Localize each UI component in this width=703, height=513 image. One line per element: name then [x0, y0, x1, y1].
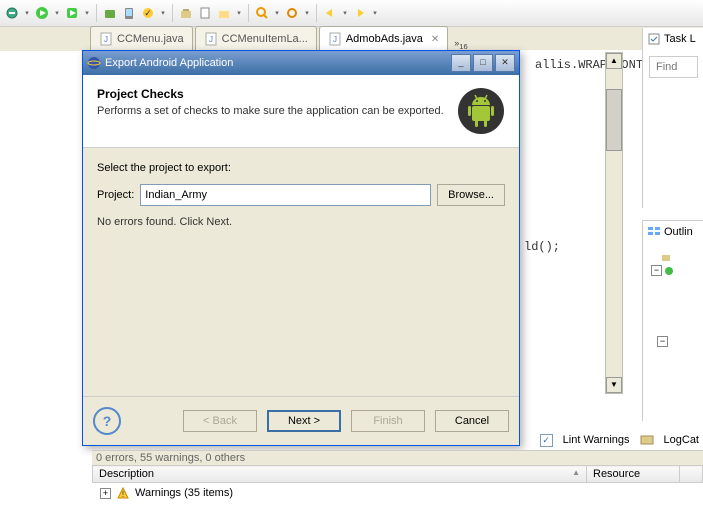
- dialog-title: Export Android Application: [105, 57, 233, 69]
- browse-button[interactable]: Browse...: [437, 184, 505, 206]
- dropdown-icon[interactable]: ▾: [53, 7, 61, 19]
- new-package-icon[interactable]: [178, 5, 194, 21]
- dropdown-icon[interactable]: ▾: [159, 7, 167, 19]
- table-row[interactable]: + ! Warnings (35 items): [92, 483, 703, 503]
- dropdown-icon[interactable]: ▾: [83, 7, 91, 19]
- dropdown-icon[interactable]: ▾: [235, 7, 243, 19]
- close-button[interactable]: ✕: [495, 54, 515, 72]
- help-icon[interactable]: ?: [93, 407, 121, 435]
- annotation-icon[interactable]: [284, 5, 300, 21]
- svg-text:J: J: [209, 35, 213, 44]
- expand-icon[interactable]: +: [100, 488, 111, 499]
- tab-admobads[interactable]: J AdmobAds.java ✕: [319, 26, 448, 51]
- scroll-down-icon[interactable]: ▼: [606, 377, 622, 393]
- debug-icon[interactable]: [4, 5, 20, 21]
- scroll-up-icon[interactable]: ▲: [606, 53, 622, 69]
- problems-table: Description ▲ Resource: [92, 465, 703, 483]
- dropdown-icon[interactable]: ▾: [273, 7, 281, 19]
- editor-tabs: J CCMenu.java J CCMenuItemLa... J AdmobA…: [0, 27, 703, 51]
- forward-icon[interactable]: [352, 5, 368, 21]
- svg-text:J: J: [104, 35, 108, 44]
- task-list-label: Task L: [664, 33, 696, 45]
- lint-warnings-tab[interactable]: Lint Warnings: [563, 434, 630, 446]
- dropdown-icon[interactable]: ▾: [303, 7, 311, 19]
- back-button: < Back: [183, 410, 257, 432]
- tab-label: AdmobAds.java: [346, 33, 423, 45]
- problems-panel: ✓ Lint Warnings LogCat 0 errors, 55 warn…: [92, 450, 703, 513]
- tab-label: CCMenuItemLa...: [222, 33, 308, 45]
- logcat-icon: [640, 433, 654, 447]
- dialog-heading: Project Checks: [97, 87, 444, 101]
- dialog-footer: ? < Back Next > Finish Cancel: [83, 396, 519, 445]
- outline-icon: [647, 225, 661, 239]
- task-list-header: Task L: [643, 28, 703, 50]
- col-description[interactable]: Description ▲: [93, 466, 587, 483]
- android-sdk-icon[interactable]: [102, 5, 118, 21]
- logcat-tab[interactable]: LogCat: [664, 434, 699, 446]
- problems-summary: 0 errors, 55 warnings, 0 others: [92, 451, 703, 465]
- row-label: Warnings (35 items): [135, 487, 233, 499]
- vertical-scrollbar[interactable]: ▲ ▼: [605, 52, 623, 394]
- maximize-button[interactable]: □: [473, 54, 493, 72]
- col-extra[interactable]: [680, 466, 703, 483]
- dialog-body: Select the project to export: Project: B…: [83, 148, 519, 242]
- run-last-icon[interactable]: [64, 5, 80, 21]
- svg-text:✓: ✓: [144, 8, 152, 18]
- open-type-icon[interactable]: [216, 5, 232, 21]
- tab-label: CCMenu.java: [117, 33, 184, 45]
- select-project-label: Select the project to export:: [97, 162, 505, 174]
- back-icon[interactable]: [322, 5, 338, 21]
- outline-label: Outlin: [664, 226, 693, 238]
- code-fragment: ld();: [524, 240, 560, 254]
- svg-text:!: !: [122, 490, 124, 499]
- dropdown-icon[interactable]: ▾: [23, 7, 31, 19]
- lint-icon[interactable]: ✓: [140, 5, 156, 21]
- find-input[interactable]: [649, 56, 698, 78]
- outline-header: Outlin: [643, 221, 703, 243]
- dialog-header: Project Checks Performs a set of checks …: [83, 75, 519, 148]
- code-fragment: allis.WRAP_CONT: [535, 58, 643, 72]
- checkbox-icon[interactable]: ✓: [540, 434, 553, 447]
- class-icon: [664, 266, 674, 276]
- scrollbar-thumb[interactable]: [606, 89, 622, 151]
- collapse-icon[interactable]: −: [651, 265, 662, 276]
- export-dialog: Export Android Application _ □ ✕ Project…: [82, 50, 520, 446]
- java-file-icon: J: [328, 32, 342, 46]
- col-resource[interactable]: Resource: [587, 466, 680, 483]
- avd-icon[interactable]: [121, 5, 137, 21]
- tab-ccmenuitem[interactable]: J CCMenuItemLa...: [195, 26, 317, 51]
- status-text: No errors found. Click Next.: [97, 216, 505, 228]
- android-icon: [457, 87, 505, 135]
- project-label: Project:: [97, 189, 134, 201]
- tab-ccmenu[interactable]: J CCMenu.java: [90, 26, 193, 51]
- new-class-icon[interactable]: [197, 5, 213, 21]
- svg-text:J: J: [333, 35, 337, 44]
- minimize-button[interactable]: _: [451, 54, 471, 72]
- main-toolbar: ▾ ▾ ▾ ✓ ▾ ▾ ▾ ▾ ▾ ▾: [0, 0, 703, 27]
- task-icon: [647, 32, 661, 46]
- dropdown-icon[interactable]: ▾: [341, 7, 349, 19]
- dialog-titlebar[interactable]: Export Android Application _ □ ✕: [83, 51, 519, 75]
- collapse-icon[interactable]: −: [657, 336, 668, 347]
- run-icon[interactable]: [34, 5, 50, 21]
- next-button[interactable]: Next >: [267, 410, 341, 432]
- project-input[interactable]: [140, 184, 431, 206]
- dropdown-icon[interactable]: ▾: [371, 7, 379, 19]
- close-icon[interactable]: ✕: [431, 34, 439, 45]
- search-icon[interactable]: [254, 5, 270, 21]
- finish-button: Finish: [351, 410, 425, 432]
- dialog-subheading: Performs a set of checks to make sure th…: [97, 105, 444, 117]
- eclipse-icon: [87, 56, 101, 70]
- package-icon: [661, 253, 671, 263]
- cancel-button[interactable]: Cancel: [435, 410, 509, 432]
- outline-panel: Outlin − −: [642, 220, 703, 421]
- warning-icon: !: [117, 487, 129, 499]
- java-file-icon: J: [99, 32, 113, 46]
- outline-tree[interactable]: − −: [643, 243, 703, 357]
- java-file-icon: J: [204, 32, 218, 46]
- task-list-panel: Task L: [642, 28, 703, 208]
